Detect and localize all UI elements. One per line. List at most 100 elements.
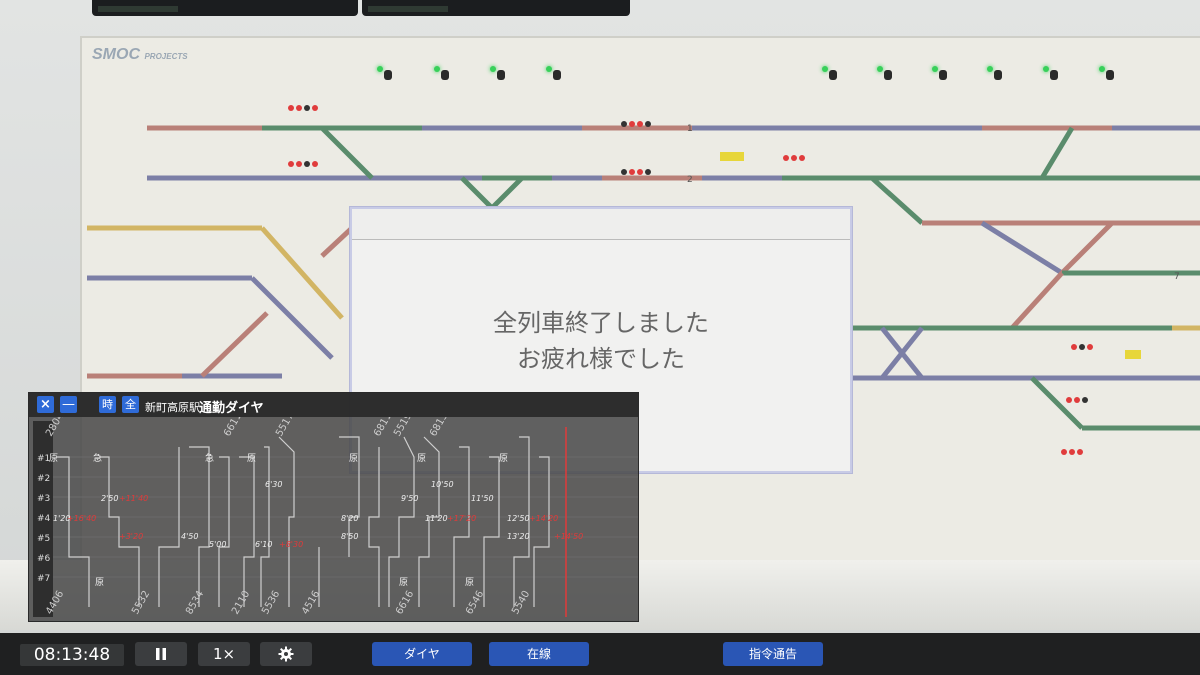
track-row-label: #4 bbox=[37, 514, 51, 524]
delay-label: +3'20 bbox=[119, 532, 143, 541]
time-label: 6'10 bbox=[255, 540, 272, 549]
time-label: 4'50 bbox=[181, 532, 198, 541]
game-clock: 08:13:48 bbox=[20, 644, 124, 666]
time-label: 11'50 bbox=[471, 494, 494, 503]
train-type-label: 原 bbox=[95, 577, 104, 588]
train-number-label: 5536 bbox=[260, 589, 282, 617]
indicator-lamp bbox=[987, 66, 993, 72]
dialog-header bbox=[352, 209, 850, 240]
delay-label: +8'30 bbox=[279, 540, 303, 549]
train-number-label: 6546 bbox=[464, 589, 486, 617]
time-label: 6'30 bbox=[265, 480, 282, 489]
train-number-label: 5532 bbox=[130, 589, 152, 617]
dialog-message-line2: お疲れ様でした bbox=[517, 345, 685, 373]
indicator-lamp bbox=[877, 66, 883, 72]
train-type-label: 原 bbox=[417, 453, 426, 464]
train-type-label: 急 bbox=[205, 452, 214, 464]
track-row-label: #6 bbox=[37, 554, 51, 564]
track-row-label: #5 bbox=[37, 534, 50, 544]
overhead-monitor-left bbox=[92, 0, 358, 16]
train-number-label: 8534 bbox=[184, 589, 206, 617]
lever-knob[interactable] bbox=[1050, 70, 1058, 80]
signal-lamp-group bbox=[1060, 440, 1084, 459]
panel-tag bbox=[1125, 350, 1142, 359]
time-label: 10'50 bbox=[431, 480, 454, 489]
lever-knob[interactable] bbox=[884, 70, 892, 80]
pause-icon bbox=[156, 648, 166, 660]
train-number-label: 2804 bbox=[44, 417, 66, 439]
indicator-lamp bbox=[1099, 66, 1105, 72]
train-type-label: 原 bbox=[49, 453, 58, 464]
time-label: 5'00 bbox=[209, 540, 226, 549]
speed-button[interactable]: 1× bbox=[198, 642, 250, 666]
time-mode-button[interactable]: 時 bbox=[99, 396, 116, 413]
track-row-label: #7 bbox=[37, 574, 50, 584]
track-number-2: 2 bbox=[687, 175, 693, 185]
lever-knob[interactable] bbox=[441, 70, 449, 80]
lever-knob[interactable] bbox=[497, 70, 505, 80]
train-number-label: 5517 bbox=[274, 417, 296, 439]
train-type-label: 原 bbox=[349, 453, 358, 464]
indicator-lamp bbox=[822, 66, 828, 72]
train-diagram-window: × — 時 全 新町高原駅 通勤ダイヤ #1#2#3#4#5#6#7 bbox=[28, 392, 639, 622]
track-number-1: 1 bbox=[687, 124, 693, 134]
time-label: 12'50 bbox=[507, 514, 530, 523]
diagram-titlebar bbox=[29, 393, 638, 417]
signal-lamp-group bbox=[620, 112, 652, 131]
delay-label: +14'50 bbox=[554, 532, 583, 541]
train-type-label: 原 bbox=[399, 577, 408, 588]
minimize-icon[interactable]: — bbox=[60, 396, 77, 413]
indicator-lamp bbox=[1043, 66, 1049, 72]
close-icon[interactable]: × bbox=[37, 396, 54, 413]
train-number-label: 2110 bbox=[230, 589, 252, 617]
track-number-7: 7 bbox=[1174, 272, 1180, 282]
diagram-button[interactable]: ダイヤ bbox=[372, 642, 472, 666]
dialog-message: 全列車終了しました お疲れ様でした bbox=[352, 305, 850, 377]
signal-lamp-group bbox=[782, 146, 806, 165]
train-number-label: 6616 bbox=[394, 589, 416, 617]
pause-button[interactable] bbox=[135, 642, 187, 666]
signal-lamp-group bbox=[1065, 388, 1089, 407]
delay-label: +17'20 bbox=[447, 514, 476, 523]
train-type-label: 原 bbox=[247, 453, 256, 464]
indicator-lamp bbox=[377, 66, 383, 72]
signal-lamp-group bbox=[1070, 335, 1094, 354]
train-number-label: 6813 bbox=[428, 417, 450, 439]
delay-label: +16'40 bbox=[67, 514, 96, 523]
train-number-label: 6611 bbox=[222, 417, 244, 439]
settings-button[interactable] bbox=[260, 642, 312, 666]
time-label: 2'50 bbox=[101, 494, 118, 503]
time-label: 9'50 bbox=[401, 494, 418, 503]
lever-knob[interactable] bbox=[829, 70, 837, 80]
track-row-label: #2 bbox=[37, 474, 50, 484]
train-number-label: 6811 bbox=[372, 417, 394, 439]
train-number-label: 5519 bbox=[392, 417, 414, 439]
onwire-button[interactable]: 在線 bbox=[489, 642, 589, 666]
indicator-lamp bbox=[434, 66, 440, 72]
show-all-button[interactable]: 全 bbox=[122, 396, 139, 413]
diagram-title: 通勤ダイヤ bbox=[199, 401, 264, 416]
overhead-monitor-right bbox=[362, 0, 630, 16]
indicator-lamp bbox=[932, 66, 938, 72]
train-type-label: 原 bbox=[499, 453, 508, 464]
lever-knob[interactable] bbox=[939, 70, 947, 80]
time-label: 11'20 bbox=[425, 514, 448, 523]
time-label: 8'50 bbox=[341, 532, 358, 541]
signal-lamp-group bbox=[620, 160, 652, 179]
time-label: 13'20 bbox=[507, 532, 530, 541]
lever-knob[interactable] bbox=[553, 70, 561, 80]
signal-lamp-group bbox=[287, 96, 319, 115]
indicator-lamp bbox=[546, 66, 552, 72]
lever-knob[interactable] bbox=[1106, 70, 1114, 80]
station-name: 新町高原駅 bbox=[145, 401, 200, 414]
track-row-label: #3 bbox=[37, 494, 50, 504]
lever-knob[interactable] bbox=[994, 70, 1002, 80]
panel-tag bbox=[720, 152, 744, 161]
dialog-message-line1: 全列車終了しました bbox=[493, 309, 709, 337]
signal-lamp-group bbox=[287, 152, 319, 171]
dispatch-notice-button[interactable]: 指令通告 bbox=[723, 642, 823, 666]
delay-label: +14'20 bbox=[529, 514, 558, 523]
indicator-lamp bbox=[490, 66, 496, 72]
train-diagram-graph: #1#2#3#4#5#6#7 2804 6611 5517 68115519 6813 … bbox=[33, 417, 638, 617]
lever-knob[interactable] bbox=[384, 70, 392, 80]
